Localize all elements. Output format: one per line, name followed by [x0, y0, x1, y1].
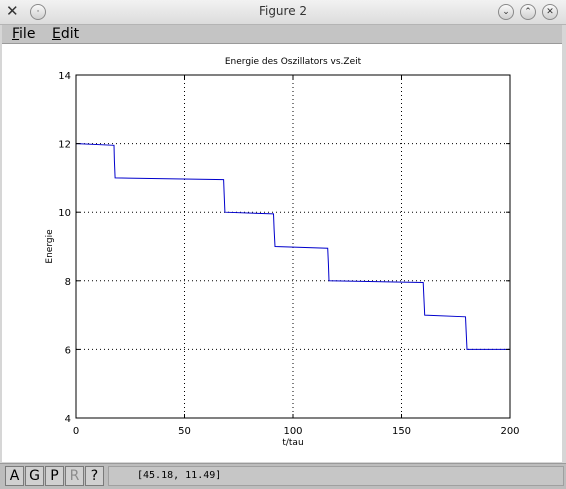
tool-button-r: R: [65, 466, 84, 486]
figure-canvas[interactable]: 0 50 100 150 200 4 6 8 10 12 14 Energie des Oszilla…: [2, 44, 562, 462]
x-tick-label: 150: [392, 426, 411, 437]
y-tick-label: 12: [58, 140, 71, 151]
chart-title: Energie des Oszillators vs.Zeit: [225, 57, 362, 67]
menu-file-label: ile: [19, 26, 36, 42]
tool-button-a[interactable]: A: [5, 466, 24, 486]
menu-edit[interactable]: Edit: [52, 25, 79, 43]
menu-edit-label: dit: [60, 26, 80, 42]
energy-chart[interactable]: 0 50 100 150 200 4 6 8 10 12 14 Energie des Oszilla…: [2, 44, 562, 462]
help-button[interactable]: ?: [85, 466, 104, 486]
y-axis-label: Energie: [45, 229, 55, 264]
menu-file-mnemonic: F: [12, 26, 20, 42]
x-tick-label: 100: [283, 426, 302, 437]
window-titlebar[interactable]: ✕ · Figure 2 ⌄ ⌃ ✕: [0, 0, 566, 25]
y-tick-label: 6: [65, 345, 71, 356]
tool-button-p[interactable]: P: [45, 466, 64, 486]
plot-area: [76, 75, 510, 418]
x-tick-label: 0: [73, 426, 79, 437]
window-title: Figure 2: [258, 4, 308, 18]
close-button[interactable]: ✕: [542, 4, 558, 20]
y-tick-label: 4: [65, 414, 71, 425]
menu-edit-mnemonic: E: [52, 26, 61, 42]
menu-bar: File Edit: [2, 25, 562, 44]
coordinate-readout-text: [45.18, 11.49]: [137, 470, 222, 481]
x-tick-label: 200: [500, 426, 519, 437]
minimize-button[interactable]: ⌄: [498, 4, 514, 20]
toolbar: A G P R ? [45.18, 11.49]: [0, 463, 566, 489]
coordinate-readout: [45.18, 11.49]: [108, 466, 564, 486]
y-tick-label: 14: [58, 71, 71, 82]
menu-file[interactable]: File: [12, 25, 35, 43]
x-axis-label: t/tau: [282, 438, 303, 448]
tool-button-g[interactable]: G: [25, 466, 44, 486]
x-tick-label: 50: [178, 426, 191, 437]
maximize-button[interactable]: ⌃: [520, 4, 536, 20]
y-tick-label: 8: [65, 277, 71, 288]
y-tick-label: 10: [58, 208, 71, 219]
